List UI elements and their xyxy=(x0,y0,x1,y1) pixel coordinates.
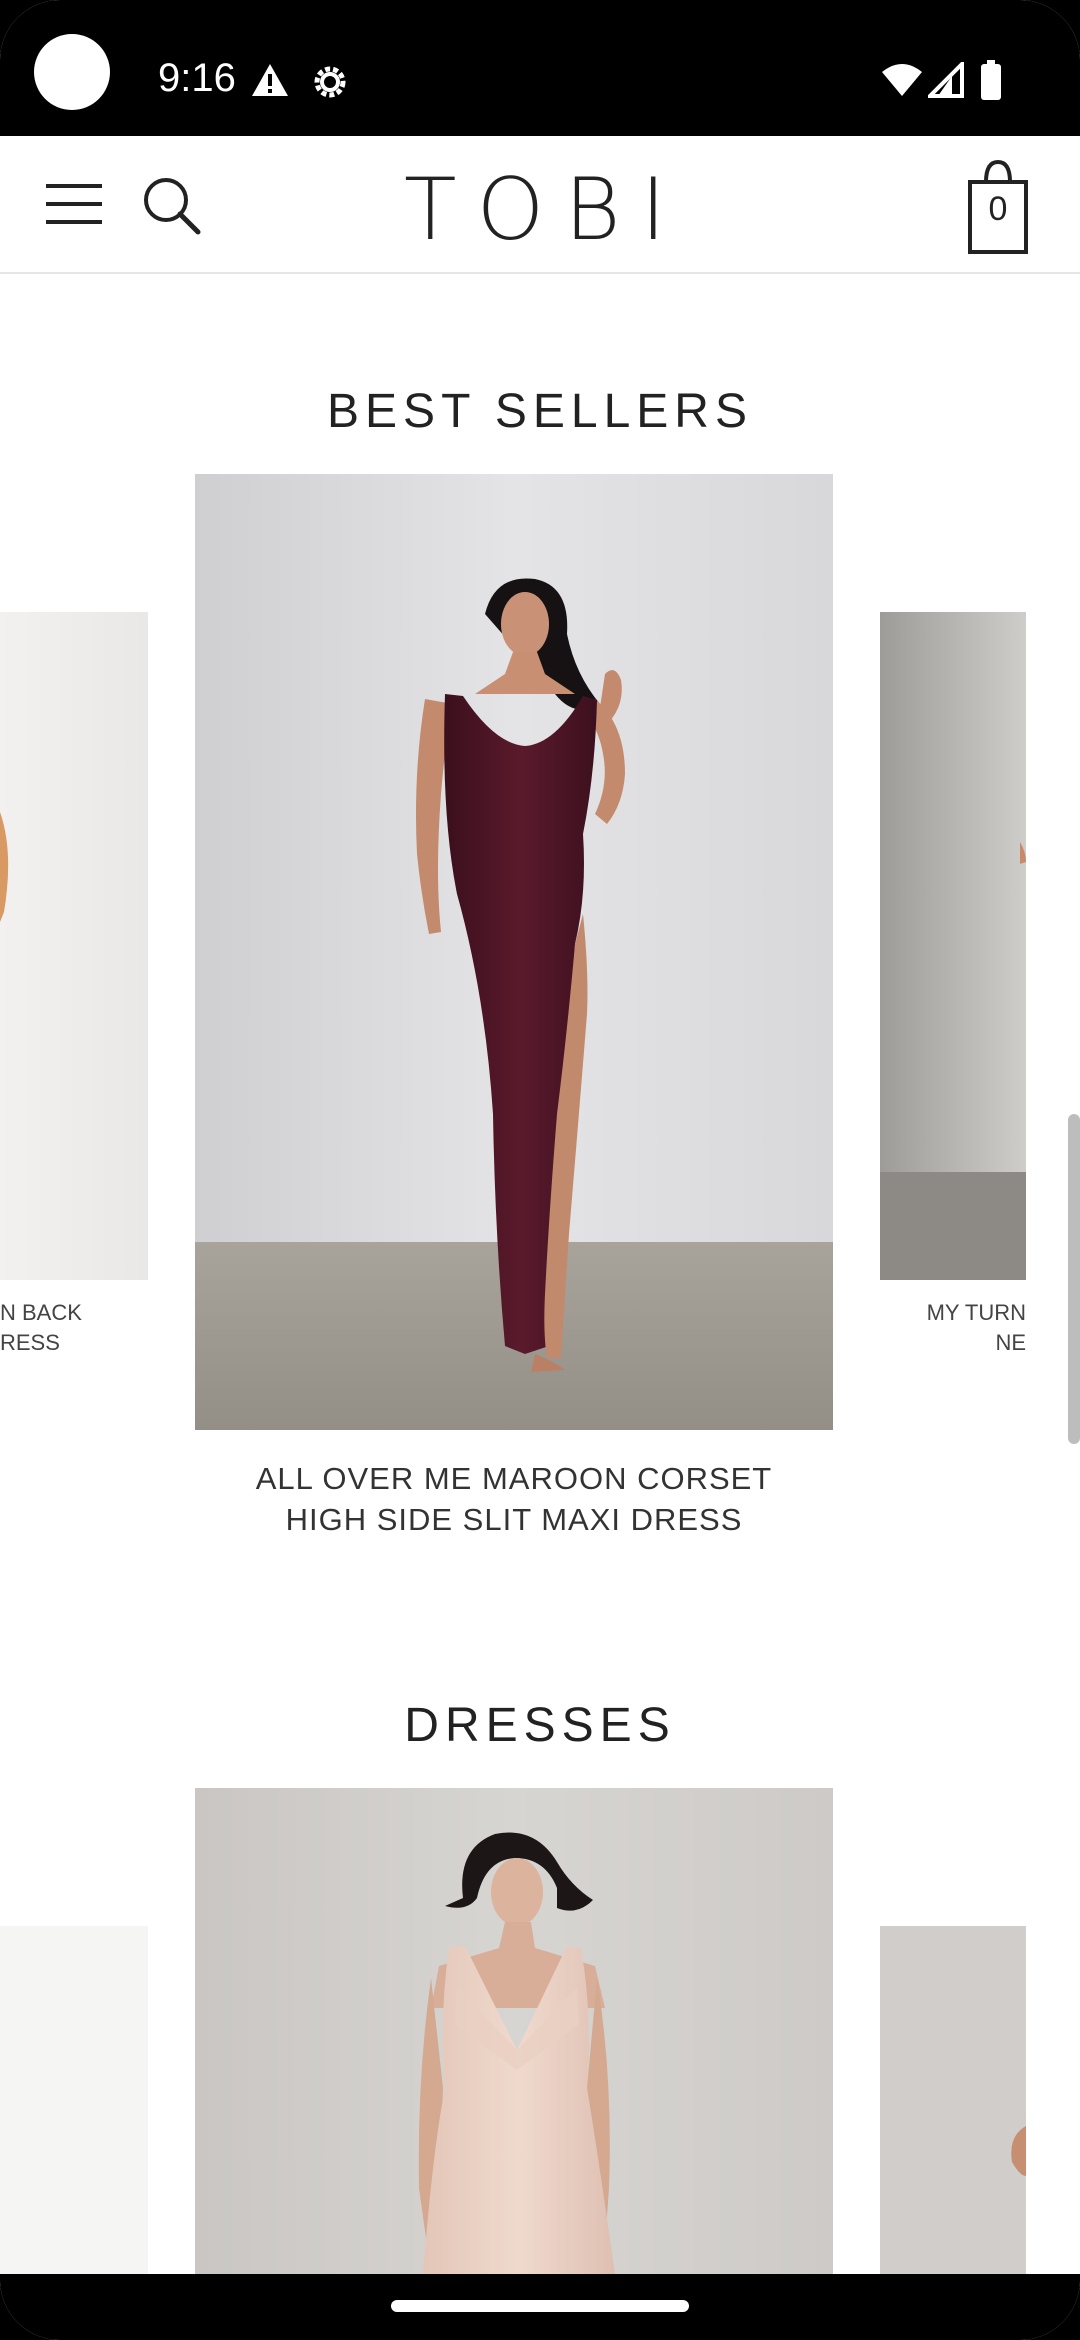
product-caption-right[interactable]: MY TURN NE xyxy=(924,1298,1026,1358)
cart-count[interactable]: 0 xyxy=(972,190,1024,229)
status-bar: 9:16 xyxy=(0,0,1080,136)
best-sellers-title: BEST SELLERS xyxy=(327,385,753,438)
signal-icon xyxy=(928,62,964,98)
product-caption-left[interactable]: N BACK RESS xyxy=(0,1298,140,1358)
product-photo-right xyxy=(880,612,1026,1280)
dress-image-left[interactable] xyxy=(0,1926,148,2274)
dresses-title: DRESSES xyxy=(404,1699,676,1752)
scrollbar[interactable] xyxy=(1068,1114,1080,1444)
menu-icon[interactable] xyxy=(44,180,104,228)
app-screen: 9:16 TOBI 0 BEST SELLERS N BACK RESS ALL… xyxy=(0,0,1080,2340)
settings-icon xyxy=(314,66,346,98)
caption-line: RESS xyxy=(0,1330,60,1355)
dress-photo-main xyxy=(195,1788,833,2274)
search-icon[interactable] xyxy=(140,174,204,238)
caption-line: ALL OVER ME MAROON CORSET xyxy=(255,1461,773,1496)
wifi-icon xyxy=(882,64,922,96)
caption-line: NE xyxy=(995,1330,1026,1355)
product-image-main[interactable] xyxy=(195,474,833,1430)
product-image-left[interactable] xyxy=(0,612,148,1280)
product-caption-main[interactable]: ALL OVER ME MAROON CORSET HIGH SIDE SLIT… xyxy=(195,1458,833,1540)
alert-icon xyxy=(252,64,288,96)
product-photo-left xyxy=(0,612,148,1280)
status-time: 9:16 xyxy=(158,56,236,100)
dress-photo-right xyxy=(880,1926,1026,2274)
app-header: TOBI xyxy=(0,136,1080,274)
product-photo-main xyxy=(195,474,833,1430)
caption-line: MY TURN xyxy=(926,1300,1026,1325)
product-image-right[interactable] xyxy=(880,612,1026,1280)
camera-cutout xyxy=(34,34,110,110)
caption-line: HIGH SIDE SLIT MAXI DRESS xyxy=(285,1502,743,1537)
battery-icon xyxy=(981,60,1001,100)
caption-line: N BACK xyxy=(0,1300,82,1325)
home-gesture-handle[interactable] xyxy=(391,2300,689,2312)
dress-image-right[interactable] xyxy=(880,1926,1026,2274)
dress-image-main[interactable] xyxy=(195,1788,833,2274)
brand-logo[interactable]: TOBI xyxy=(400,162,690,258)
